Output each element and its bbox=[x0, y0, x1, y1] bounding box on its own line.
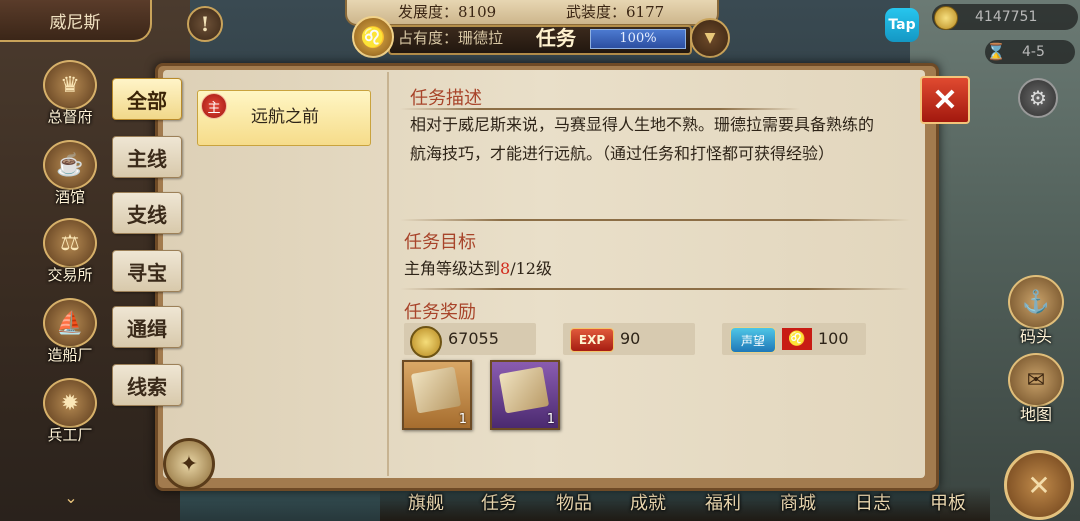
armament-stat: 武装度：6177 bbox=[566, 3, 665, 21]
tab-side[interactable]: 支线 bbox=[112, 192, 182, 234]
dock-icon: ⚓ bbox=[1008, 275, 1064, 329]
nav-deck[interactable]: 甲板 bbox=[930, 490, 966, 518]
compass-icon[interactable]: ✕ bbox=[1004, 450, 1074, 520]
tab-all[interactable]: 全部 bbox=[112, 78, 182, 120]
objective-current: 8 bbox=[500, 259, 511, 278]
cannon-icon: ✹ bbox=[43, 378, 97, 428]
tab-clues[interactable]: 线索 bbox=[112, 364, 182, 406]
exclamation-icon[interactable]: ! bbox=[187, 6, 223, 42]
reputation-icon: 声望 bbox=[730, 327, 776, 353]
exp-icon: EXP bbox=[570, 328, 614, 352]
reputation-reward-value: 100 bbox=[818, 329, 849, 348]
nav-shop[interactable]: 商城 bbox=[780, 490, 816, 518]
gear-icon[interactable]: ⚙ bbox=[1018, 78, 1058, 118]
occupancy-progress: 100% bbox=[590, 29, 686, 49]
lion-flag-icon: ♌ bbox=[782, 328, 812, 350]
tab-treasure[interactable]: 寻宝 bbox=[112, 250, 182, 292]
nav-shipyard[interactable]: ⛵ 造船厂 bbox=[38, 298, 102, 365]
tab-main[interactable]: 主线 bbox=[112, 136, 182, 178]
occupancy-text: 占有度：珊德拉 bbox=[398, 29, 504, 47]
letter-quill-icon bbox=[410, 366, 462, 414]
scales-icon: ⚖ bbox=[43, 218, 97, 268]
nav-welfare[interactable]: 福利 bbox=[705, 490, 741, 518]
chef-hat-icon: ☕ bbox=[43, 140, 97, 190]
nav-items[interactable]: 物品 bbox=[556, 490, 592, 518]
nav-arsenal[interactable]: ✹ 兵工厂 bbox=[38, 378, 102, 445]
tap-icon[interactable]: Tap bbox=[885, 8, 919, 42]
reward-item-blueprint[interactable]: 1 bbox=[490, 360, 560, 430]
objective-text: 主角等级达到8/12级 bbox=[404, 259, 552, 278]
city-name-tab[interactable]: 威尼斯 bbox=[0, 0, 152, 42]
reward-title: 任务奖励 bbox=[404, 302, 476, 323]
description-body: 相对于威尼斯来说，马赛显得人生地不熟。珊德拉需要具备熟练的航海技巧，才能进行远航… bbox=[410, 115, 875, 163]
nav-log[interactable]: 日志 bbox=[855, 490, 891, 518]
armament-value: 6177 bbox=[626, 3, 665, 21]
gold-reward-value: 67055 bbox=[448, 329, 499, 348]
ship-icon: ⛵ bbox=[43, 298, 97, 348]
occupancy-percent: 100% bbox=[619, 31, 657, 46]
map-scroll-icon: ✉ bbox=[1008, 353, 1064, 407]
exp-reward-value: 90 bbox=[620, 329, 641, 348]
main-quest-badge: 主 bbox=[201, 93, 227, 119]
development-stat: 发展度：8109 bbox=[398, 3, 497, 21]
nav-achievements[interactable]: 成就 bbox=[630, 490, 666, 518]
blueprint-scroll-icon bbox=[498, 366, 550, 414]
nav-governor[interactable]: ♛ 总督府 bbox=[38, 60, 102, 127]
gold-amount: 4147751 bbox=[975, 9, 1038, 25]
column-divider bbox=[387, 72, 389, 476]
tab-wanted[interactable]: 通缉 bbox=[112, 306, 182, 348]
development-value: 8109 bbox=[458, 3, 497, 21]
item-count: 1 bbox=[546, 412, 555, 427]
item-count: 1 bbox=[458, 412, 467, 427]
divider bbox=[400, 288, 910, 290]
lion-emblem-icon: ♌ bbox=[352, 16, 394, 58]
gold-coin-icon bbox=[410, 326, 442, 358]
bottom-nav-bar bbox=[380, 486, 990, 521]
expand-down-icon[interactable]: ⌄ bbox=[58, 488, 84, 512]
level-range: 4-5 bbox=[1022, 44, 1045, 60]
hourglass-icon: ⌛ bbox=[986, 42, 1006, 61]
objective-title: 任务目标 bbox=[404, 232, 476, 253]
nav-flagship[interactable]: 旗舰 bbox=[408, 490, 444, 518]
panel-title: 任务 bbox=[536, 26, 576, 50]
nav-map[interactable]: ✉ 地图 bbox=[1006, 353, 1066, 425]
close-icon[interactable]: ✕ bbox=[920, 76, 970, 124]
city-name: 威尼斯 bbox=[49, 12, 101, 33]
nav-tavern[interactable]: ☕ 酒馆 bbox=[38, 140, 102, 207]
description-title: 任务描述 bbox=[410, 88, 482, 109]
gold-coin-icon bbox=[934, 6, 958, 30]
chevron-emblem-icon[interactable]: ▼ bbox=[690, 18, 730, 58]
compass-decoration-icon: ✦ bbox=[163, 438, 215, 490]
quest-name[interactable]: 远航之前 bbox=[225, 90, 345, 144]
nav-exchange[interactable]: ⚖ 交易所 bbox=[38, 218, 102, 285]
nav-dock[interactable]: ⚓ 码头 bbox=[1006, 275, 1066, 347]
reward-item-letter[interactable]: 1 bbox=[402, 360, 472, 430]
divider bbox=[400, 219, 910, 221]
nav-tasks[interactable]: 任务 bbox=[481, 490, 517, 518]
crown-icon: ♛ bbox=[43, 60, 97, 110]
